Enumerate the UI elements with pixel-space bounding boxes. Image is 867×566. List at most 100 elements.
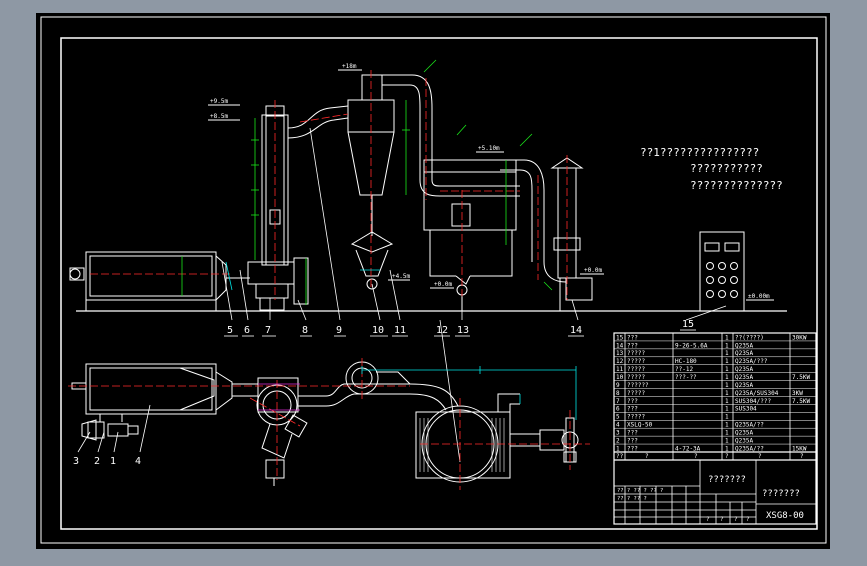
title-cell-3: ?	[734, 516, 738, 523]
bom-cell-qty: 1	[725, 390, 729, 397]
elev-right: +0.0m	[584, 267, 602, 274]
bom-cell-note: 7.5KW	[792, 398, 810, 405]
elev-hopper2: +0.0m	[434, 281, 452, 288]
bom-cell-mat: Q235A	[735, 437, 753, 444]
bom-cell-mat: Q235A/???	[735, 358, 768, 365]
callout-1: 1	[110, 456, 116, 467]
bom-cell-no: 7	[616, 398, 620, 405]
sheet-background	[36, 13, 830, 549]
bom-header-note: ?	[800, 453, 804, 460]
bom-cell-name: ??????	[627, 382, 649, 389]
bom-header-spec: ?	[694, 453, 698, 460]
note-line-2: ???????????	[690, 162, 763, 175]
bom-cell-mat: SUS304/???	[735, 398, 772, 405]
note-line-1: ??1???????????????	[640, 146, 759, 159]
bom-cell-spec: HC-180	[675, 358, 697, 365]
callout-14: 14	[570, 325, 582, 336]
bom-cell-mat: Q235A	[735, 374, 753, 381]
bom-cell-no: 8	[616, 390, 620, 397]
elev-mid: +5.10m	[478, 145, 500, 152]
callout-11: 11	[394, 325, 406, 336]
bom-cell-qty: 1	[725, 350, 729, 357]
title-cell-2: ?	[720, 516, 724, 523]
bom-cell-name: ???	[627, 398, 638, 405]
note-line-3: ??????????????	[690, 179, 783, 192]
bom-cell-note: 3KW	[792, 390, 803, 397]
bom-cell-note: 7.5KW	[792, 374, 810, 381]
callout-6: 6	[244, 325, 250, 336]
bom-cell-qty: 1	[725, 366, 729, 373]
callout-3: 3	[73, 456, 79, 467]
bom-cell-name: ?????	[627, 350, 645, 357]
bom-cell-qty: 1	[725, 414, 729, 421]
bom-cell-no: 1	[616, 445, 620, 452]
bom-cell-no: 12	[616, 358, 624, 365]
bom-cell-no: 5	[616, 414, 620, 421]
bom-cell-mat: Q235A	[735, 342, 753, 349]
bom-cell-no: 14	[616, 342, 624, 349]
bom-cell-qty: 1	[725, 382, 729, 389]
bom-cell-no: 2	[616, 437, 620, 444]
title-row-1: ?? ? ?? ? ?? ?	[617, 488, 663, 494]
bom-cell-name: ???	[627, 334, 638, 341]
drawing-canvas: +18m +9.5m +8.5m +5.10m +0.0m +4.5m +0.0…	[36, 13, 830, 549]
bom-header-qty: ?	[725, 453, 729, 460]
callout-2: 2	[94, 456, 100, 467]
bom-cell-no: 11	[616, 366, 624, 373]
bom-cell-name: ???	[627, 437, 638, 444]
bom-cell-spec: ???-??	[675, 374, 697, 381]
bom-cell-note: 15KW	[792, 445, 807, 452]
bom-cell-qty: 1	[725, 358, 729, 365]
callout-12: 12	[436, 325, 448, 336]
bom-cell-no: 13	[616, 350, 624, 357]
elev-left1: +9.5m	[210, 98, 228, 105]
bom-cell-mat: Q235A	[735, 350, 753, 357]
bom-cell-qty: 1	[725, 406, 729, 413]
bom-cell-name: ?????	[627, 414, 645, 421]
bom-cell-name: ?????	[627, 358, 645, 365]
bom-cell-no: 4	[616, 422, 620, 429]
callout-4: 4	[135, 456, 141, 467]
callout-9: 9	[336, 325, 342, 336]
bom-cell-qty: 1	[725, 374, 729, 381]
elev-hopper1: +4.5m	[392, 273, 410, 280]
elev-left2: +8.5m	[210, 113, 228, 120]
bom-cell-mat: Q235A/??	[735, 445, 764, 452]
bom-cell-spec: 4-72-3A	[675, 445, 701, 452]
bom-cell-qty: 1	[725, 342, 729, 349]
drawing-number: XSG8-00	[766, 511, 804, 521]
callout-15: 15	[682, 319, 694, 330]
bom-cell-no: 15	[616, 334, 624, 341]
bom-cell-no: 10	[616, 374, 624, 381]
bom-cell-name: ???	[627, 430, 638, 437]
callout-10: 10	[372, 325, 384, 336]
bom-cell-mat: Q235A	[735, 382, 753, 389]
bom-cell-note: 30KW	[792, 334, 807, 341]
bom-cell-no: 3	[616, 430, 620, 437]
bom-cell-name: XSLQ-50	[627, 422, 653, 429]
bom-cell-mat: Q235A/SUS304	[735, 390, 779, 397]
bom-cell-name: ?????	[627, 390, 645, 397]
drawing-title: ???????	[708, 475, 746, 485]
bom-cell-mat: Q235A/??	[735, 422, 764, 429]
bom-header-mat: ?	[758, 453, 762, 460]
bom-cell-mat: Q235A	[735, 430, 753, 437]
bom-cell-qty: 1	[725, 430, 729, 437]
title-row-2: ?? ? ?? ?	[617, 496, 647, 502]
bom-cell-spec: ??-12	[675, 366, 693, 373]
bom-cell-qty: 1	[725, 445, 729, 452]
callout-13: 13	[457, 325, 469, 336]
bom-cell-name: ???	[627, 445, 638, 452]
bom-header-name: ?	[645, 453, 649, 460]
bom-cell-name: ?????	[627, 374, 645, 381]
title-cell-4: ?	[746, 516, 750, 523]
callout-7: 7	[265, 325, 271, 336]
callout-5: 5	[227, 325, 233, 336]
bom-cell-qty: 1	[725, 398, 729, 405]
bom-header-no: ??	[616, 453, 624, 460]
bom-cell-mat: Q235A	[735, 366, 753, 373]
bom-cell-name: ???	[627, 342, 638, 349]
cad-viewport: +18m +9.5m +8.5m +5.10m +0.0m +4.5m +0.0…	[0, 0, 867, 562]
bom-cell-no: 9	[616, 382, 620, 389]
bom-cell-qty: 1	[725, 334, 729, 341]
